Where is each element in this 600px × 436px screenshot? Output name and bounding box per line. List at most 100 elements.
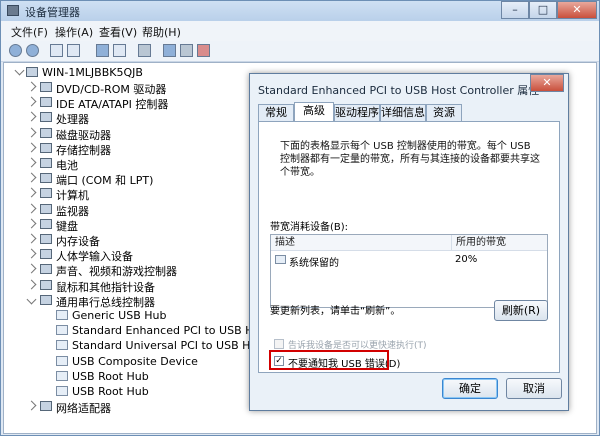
tree-item-label: IDE ATA/ATAPI 控制器 (56, 98, 169, 111)
dvd-icon (40, 82, 52, 92)
tree-item-label: 端口 (COM 和 LPT) (56, 174, 154, 187)
row-bandwidth: 20% (455, 254, 478, 265)
menu-view[interactable]: 查看(V) (99, 24, 137, 40)
collapse-icon[interactable] (26, 294, 37, 305)
port-icon (40, 173, 52, 183)
expand-icon[interactable] (26, 248, 37, 259)
tree-item-label: 内存设备 (56, 235, 100, 248)
tree-view-icon[interactable] (67, 44, 80, 57)
tab-resources[interactable]: 资源 (426, 104, 462, 121)
tree-item-label: 鼠标和其他指针设备 (56, 281, 155, 294)
device-manager-window: 设备管理器 – □ ✕ 文件(F) 操作(A) 查看(V) 帮助(H) WIN-… (0, 0, 600, 436)
window-title: 设备管理器 (25, 6, 80, 19)
tree-item-label: 磁盘驱动器 (56, 129, 111, 142)
tab-driver[interactable]: 驱动程序 (334, 104, 380, 121)
collapse-icon[interactable] (14, 65, 25, 76)
mouse-icon (40, 280, 52, 290)
tree-item-label: USB Composite Device (72, 355, 198, 368)
expand-icon[interactable] (26, 127, 37, 138)
minimize-button[interactable]: – (501, 1, 529, 19)
back-icon[interactable] (9, 44, 22, 57)
menu-action[interactable]: 操作(A) (55, 24, 93, 40)
usb-device-icon (56, 356, 68, 366)
usb-icon (40, 295, 52, 305)
tree-item-label: Generic USB Hub (72, 309, 167, 322)
computer-icon (26, 67, 38, 77)
row-description: 系统保留的 (289, 258, 339, 269)
forward-icon[interactable] (26, 44, 39, 57)
table-row[interactable]: 系统保留的 (275, 254, 445, 269)
description-text: 下面的表格显示每个 USB 控制器使用的带宽。每个 USB 控制器都有一定量的带… (280, 141, 540, 178)
network-icon (40, 401, 52, 411)
expand-icon[interactable] (26, 187, 37, 198)
hid-icon (40, 249, 52, 259)
bandwidth-label: 带宽消耗设备(B): (270, 222, 349, 233)
toolbar (1, 41, 599, 62)
checkbox-faster-box[interactable] (274, 339, 284, 349)
tree-item-label: 声音、视频和游戏控制器 (56, 265, 177, 278)
expand-icon[interactable] (26, 279, 37, 290)
col-bandwidth[interactable]: 所用的带宽 (451, 235, 547, 251)
disable-icon[interactable] (180, 44, 193, 57)
usb-device-icon (275, 255, 286, 264)
expand-icon[interactable] (26, 203, 37, 214)
usb-device-icon (56, 386, 68, 396)
expand-icon[interactable] (26, 96, 37, 107)
usb-device-icon (56, 371, 68, 381)
tree-item-label: DVD/CD-ROM 驱动器 (56, 83, 167, 96)
menu-bar: 文件(F) 操作(A) 查看(V) 帮助(H) (1, 21, 599, 41)
tree-item-label: USB Root Hub (72, 385, 149, 398)
tree-item-label: 网络适配器 (56, 402, 111, 415)
tab-advanced[interactable]: 高级 (294, 102, 334, 122)
ide-icon (40, 97, 52, 107)
bandwidth-table: 描述 所用的带宽 系统保留的 20% (270, 234, 548, 308)
uninstall-icon[interactable] (197, 44, 210, 57)
expand-icon[interactable] (26, 172, 37, 183)
dialog-close-button[interactable]: ✕ (530, 74, 564, 92)
memory-icon (40, 234, 52, 244)
menu-file[interactable]: 文件(F) (11, 24, 48, 40)
refresh-button[interactable]: 刷新(R) (494, 300, 548, 321)
expand-icon[interactable] (26, 157, 37, 168)
show-hide-icon[interactable] (50, 44, 63, 57)
help-icon[interactable] (96, 44, 109, 57)
cancel-button[interactable]: 取消 (506, 378, 562, 399)
tab-details[interactable]: 详细信息 (380, 104, 426, 121)
tree-item-label: 键盘 (56, 220, 78, 233)
highlight-box (269, 350, 389, 370)
expand-icon[interactable] (26, 81, 37, 92)
monitor-icon (40, 204, 52, 214)
expand-icon[interactable] (26, 263, 37, 274)
usb-device-icon (56, 340, 68, 350)
computer-icon (40, 188, 52, 198)
tab-general[interactable]: 常规 (258, 104, 294, 121)
update-driver-icon[interactable] (163, 44, 176, 57)
usb-device-icon (56, 325, 68, 335)
ok-button[interactable]: 确定 (442, 378, 498, 399)
expand-icon[interactable] (26, 142, 37, 153)
close-button[interactable]: ✕ (557, 1, 597, 19)
tree-item-label: 通用串行总线控制器 (56, 296, 155, 309)
maximize-button[interactable]: □ (529, 1, 557, 19)
keyboard-icon (40, 219, 52, 229)
tree-item-label: 处理器 (56, 113, 89, 126)
expand-icon[interactable] (26, 400, 37, 411)
dialog-title: Standard Enhanced PCI to USB Host Contro… (258, 84, 540, 97)
tree-root-label: WIN-1MLJBBK5QJB (42, 66, 143, 79)
tree-item-label: 人体学输入设备 (56, 250, 133, 263)
tree-item-label: USB Root Hub (72, 370, 149, 383)
disk-icon (40, 128, 52, 138)
expand-icon[interactable] (26, 233, 37, 244)
usb-device-icon (56, 310, 68, 320)
device-icon[interactable] (138, 44, 151, 57)
menu-help[interactable]: 帮助(H) (142, 24, 181, 40)
col-description[interactable]: 描述 (271, 235, 451, 251)
expand-icon[interactable] (26, 218, 37, 229)
battery-icon (40, 158, 52, 168)
storage-icon (40, 143, 52, 153)
checkbox-faster[interactable]: 告诉我设备是否可以更快速执行(T) (274, 339, 470, 351)
expand-icon[interactable] (26, 111, 37, 122)
properties-icon[interactable] (113, 44, 126, 57)
sound-icon (40, 264, 52, 274)
tree-item-label: 计算机 (56, 189, 89, 202)
